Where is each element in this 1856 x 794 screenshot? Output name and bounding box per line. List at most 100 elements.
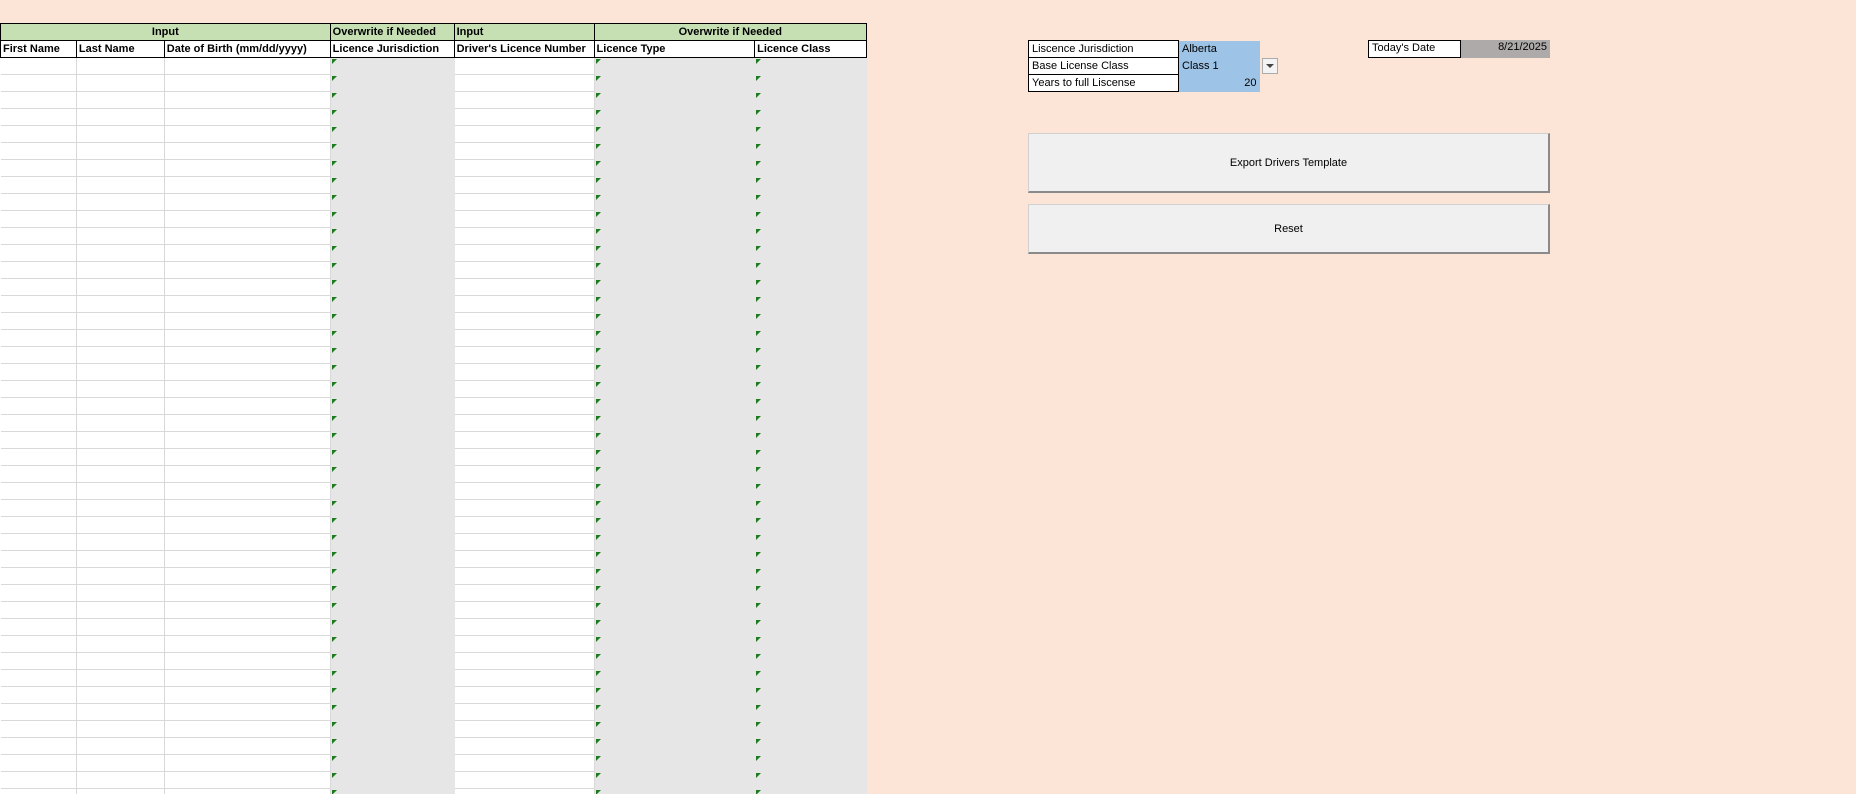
cell-licence-class[interactable] [754,295,867,313]
cell-licence-jurisdiction[interactable] [330,57,455,75]
cell-licence-jurisdiction[interactable] [330,567,455,585]
cell-licence-type[interactable] [594,482,756,500]
cell-licence-number[interactable] [454,346,595,364]
cell-date-of-birth[interactable] [164,193,331,211]
cell-date-of-birth[interactable] [164,329,331,347]
cell-licence-number[interactable] [454,584,595,602]
cell-licence-jurisdiction[interactable] [330,431,455,449]
cell-licence-class[interactable] [754,720,867,738]
cell-licence-number[interactable] [454,533,595,551]
cell-date-of-birth[interactable] [164,601,331,619]
cell-date-of-birth[interactable] [164,567,331,585]
cell-licence-type[interactable] [594,414,756,432]
cell-first-name[interactable] [0,635,77,653]
cell-licence-number[interactable] [454,414,595,432]
cell-licence-class[interactable] [754,261,867,279]
cell-licence-type[interactable] [594,771,756,789]
cell-last-name[interactable] [76,499,165,517]
cell-licence-class[interactable] [754,771,867,789]
cell-last-name[interactable] [76,278,165,296]
cell-last-name[interactable] [76,584,165,602]
cell-first-name[interactable] [0,618,77,636]
cell-date-of-birth[interactable] [164,771,331,789]
cell-licence-class[interactable] [754,57,867,75]
cell-date-of-birth[interactable] [164,346,331,364]
cell-licence-class[interactable] [754,686,867,704]
cell-licence-class[interactable] [754,499,867,517]
cell-licence-class[interactable] [754,482,867,500]
cell-last-name[interactable] [76,261,165,279]
cell-licence-jurisdiction[interactable] [330,584,455,602]
cell-licence-number[interactable] [454,431,595,449]
cell-date-of-birth[interactable] [164,720,331,738]
cell-licence-type[interactable] [594,788,756,794]
cell-first-name[interactable] [0,261,77,279]
cell-first-name[interactable] [0,329,77,347]
cell-licence-class[interactable] [754,346,867,364]
cell-last-name[interactable] [76,669,165,687]
cell-first-name[interactable] [0,108,77,126]
cell-licence-number[interactable] [454,601,595,619]
cell-licence-type[interactable] [594,669,756,687]
cell-first-name[interactable] [0,363,77,381]
cell-licence-number[interactable] [454,550,595,568]
cell-first-name[interactable] [0,414,77,432]
cell-first-name[interactable] [0,669,77,687]
cell-last-name[interactable] [76,567,165,585]
cell-first-name[interactable] [0,431,77,449]
cell-first-name[interactable] [0,57,77,75]
cell-licence-class[interactable] [754,329,867,347]
cell-licence-jurisdiction[interactable] [330,397,455,415]
cell-first-name[interactable] [0,278,77,296]
cell-licence-jurisdiction[interactable] [330,482,455,500]
cell-licence-class[interactable] [754,278,867,296]
cell-first-name[interactable] [0,380,77,398]
cell-last-name[interactable] [76,244,165,262]
cell-licence-jurisdiction[interactable] [330,448,455,466]
cell-licence-number[interactable] [454,703,595,721]
cell-last-name[interactable] [76,448,165,466]
cell-date-of-birth[interactable] [164,74,331,92]
cell-licence-jurisdiction[interactable] [330,278,455,296]
cell-date-of-birth[interactable] [164,669,331,687]
cell-first-name[interactable] [0,754,77,772]
cell-first-name[interactable] [0,567,77,585]
cell-licence-class[interactable] [754,788,867,794]
cell-date-of-birth[interactable] [164,108,331,126]
cell-licence-number[interactable] [454,499,595,517]
cell-last-name[interactable] [76,414,165,432]
cell-last-name[interactable] [76,159,165,177]
cell-last-name[interactable] [76,312,165,330]
cell-licence-type[interactable] [594,57,756,75]
cell-licence-number[interactable] [454,312,595,330]
cell-licence-number[interactable] [454,142,595,160]
cell-licence-type[interactable] [594,703,756,721]
export-drivers-template-button[interactable]: Export Drivers Template [1028,133,1550,193]
cell-licence-class[interactable] [754,193,867,211]
cell-last-name[interactable] [76,754,165,772]
cell-licence-class[interactable] [754,754,867,772]
reset-button[interactable]: Reset [1028,204,1550,254]
cell-licence-number[interactable] [454,788,595,794]
cell-date-of-birth[interactable] [164,176,331,194]
cell-licence-type[interactable] [594,329,756,347]
cell-licence-type[interactable] [594,397,756,415]
base-class-dropdown-button[interactable] [1262,58,1278,74]
cell-first-name[interactable] [0,516,77,534]
cell-licence-class[interactable] [754,533,867,551]
cell-last-name[interactable] [76,108,165,126]
cell-licence-jurisdiction[interactable] [330,635,455,653]
cell-date-of-birth[interactable] [164,754,331,772]
cell-licence-jurisdiction[interactable] [330,142,455,160]
cell-last-name[interactable] [76,516,165,534]
cell-licence-jurisdiction[interactable] [330,125,455,143]
cell-date-of-birth[interactable] [164,465,331,483]
cell-licence-jurisdiction[interactable] [330,686,455,704]
cell-licence-type[interactable] [594,584,756,602]
cell-licence-jurisdiction[interactable] [330,74,455,92]
column-header-date-of-birth[interactable]: Date of Birth (mm/dd/yyyy) [163,40,331,58]
cell-last-name[interactable] [76,210,165,228]
cell-first-name[interactable] [0,499,77,517]
cell-licence-jurisdiction[interactable] [330,329,455,347]
cell-last-name[interactable] [76,380,165,398]
